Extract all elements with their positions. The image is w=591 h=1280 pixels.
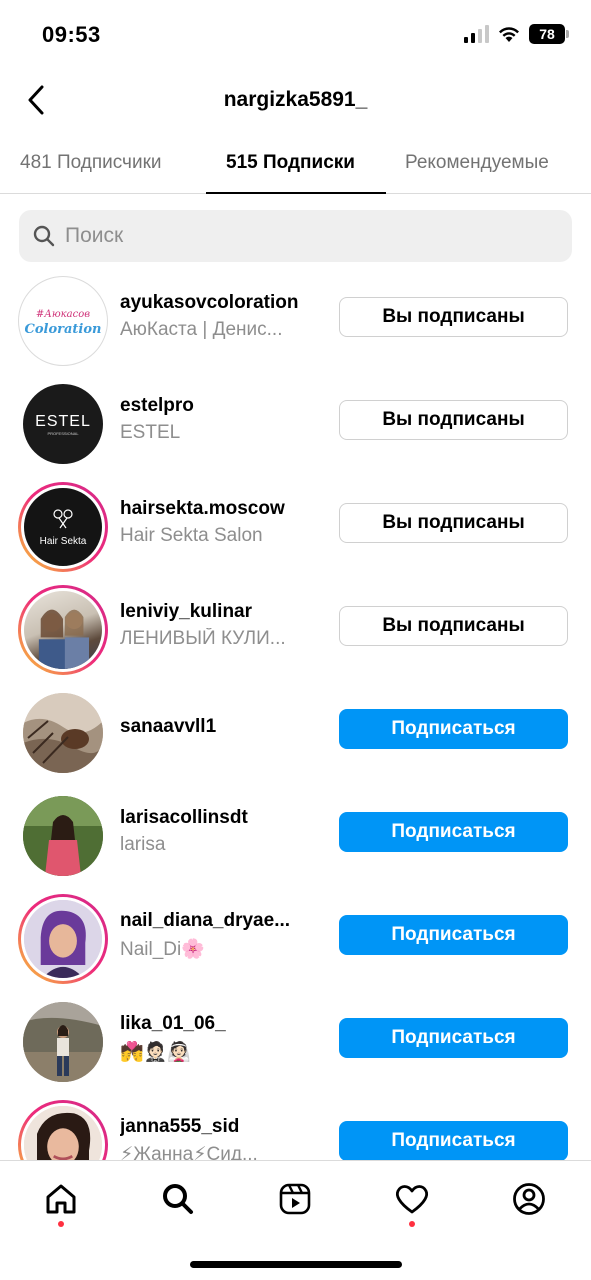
status-bar: 09:53 78 [0, 0, 591, 70]
profile-photo [38, 609, 89, 669]
reels-icon [279, 1183, 311, 1215]
avatar[interactable] [18, 997, 108, 1087]
page-title: nargizka5891_ [223, 88, 368, 111]
status-icons: 78 [464, 24, 569, 44]
avatar-with-story[interactable] [18, 1100, 108, 1160]
full-name: ⚡Жанна⚡Сид... [120, 1144, 258, 1160]
svg-text:ESTEL: ESTEL [35, 413, 91, 430]
username[interactable]: janna555_sid [120, 1116, 320, 1138]
hair-sekta-logo: Hair Sekta [40, 509, 87, 547]
following-button[interactable]: Вы подписаны [339, 606, 568, 646]
nav-home[interactable] [41, 1179, 81, 1219]
list-item[interactable]: sanaavvll1 Подписаться [0, 678, 591, 781]
avatar[interactable]: ESTEL PROFESSIONAL [18, 379, 108, 469]
following-button[interactable]: Вы подписаны [339, 503, 568, 543]
svg-text:Hair Sekta: Hair Sekta [40, 536, 87, 547]
full-name: Hair Sekta Salon [120, 525, 263, 546]
username[interactable]: larisacollinsdt [120, 807, 320, 829]
avatar[interactable] [18, 688, 108, 778]
username[interactable]: sanaavvll1 [120, 716, 320, 738]
svg-text:Coloration: Coloration [25, 322, 101, 337]
nav-reels[interactable] [275, 1179, 315, 1219]
list-item[interactable]: Hair Sekta hairsekta.moscow Hair Sekta S… [0, 472, 591, 575]
following-list: #Аюкасов Coloration ayukasovcoloration А… [0, 266, 591, 1160]
list-item[interactable]: larisacollinsdt larisa Подписаться [0, 781, 591, 884]
following-button[interactable]: Вы подписаны [339, 400, 568, 440]
activity-notification-dot [409, 1221, 415, 1227]
avatar-with-story[interactable] [18, 585, 108, 675]
header: nargizka5891_ [0, 70, 591, 130]
avatar-with-story[interactable]: Hair Sekta [18, 482, 108, 572]
profile-icon [513, 1183, 545, 1215]
bottom-nav [0, 1160, 591, 1280]
search-icon [163, 1184, 193, 1214]
home-icon [46, 1184, 76, 1214]
follow-button[interactable]: Подписаться [339, 812, 568, 852]
search-input[interactable] [65, 224, 545, 248]
battery-icon: 78 [529, 24, 569, 44]
tabs: 481 Подписчики 515 Подписки Рекомендуемы… [0, 138, 591, 194]
follow-button[interactable]: Подписаться [339, 1121, 568, 1160]
svg-text:#Аюкасов: #Аюкасов [36, 309, 90, 320]
tab-followers[interactable]: 481 Подписчики [20, 152, 162, 174]
list-item[interactable]: nail_diana_dryae... Nail_Di🌸 Подписаться [0, 884, 591, 987]
tab-following[interactable]: 515 Подписки [226, 152, 355, 174]
full-name: АюКаста | Денис... [120, 319, 283, 340]
list-item[interactable]: leniviy_kulinar ЛЕНИВЫЙ КУЛИ... Вы подпи… [0, 575, 591, 678]
full-name: larisa [120, 834, 166, 855]
username[interactable]: lika_01_06_ [120, 1013, 320, 1035]
search-bar[interactable] [19, 210, 572, 262]
wifi-icon [499, 27, 519, 42]
list-item[interactable]: janna555_sid ⚡Жанна⚡Сид... Подписаться [0, 1090, 591, 1160]
follow-button[interactable]: Подписаться [339, 1018, 568, 1058]
list-item[interactable]: #Аюкасов Coloration ayukasovcoloration А… [0, 266, 591, 369]
home-notification-dot [58, 1221, 64, 1227]
nav-activity[interactable] [392, 1179, 432, 1219]
username[interactable]: hairsekta.moscow [120, 498, 320, 520]
home-indicator [190, 1261, 402, 1268]
ayukasov-coloration-logo: #Аюкасов Coloration [25, 309, 101, 337]
follow-button[interactable]: Подписаться [339, 709, 568, 749]
list-item[interactable]: ESTEL PROFESSIONAL estelpro ESTEL Вы под… [0, 369, 591, 472]
avatar[interactable] [18, 791, 108, 881]
svg-text:PROFESSIONAL: PROFESSIONAL [47, 431, 79, 436]
search-icon [33, 225, 55, 247]
avatar-with-story[interactable] [18, 894, 108, 984]
full-name: ЛЕНИВЫЙ КУЛИ... [120, 628, 286, 649]
tab-suggested[interactable]: Рекомендуемые [405, 152, 549, 174]
list-item[interactable]: lika_01_06_ 💏🤵🏻👰🏻 Подписаться [0, 987, 591, 1090]
profile-photo [24, 1106, 102, 1160]
heart-icon [395, 1185, 429, 1214]
profile-photo [23, 796, 103, 876]
nav-search[interactable] [158, 1179, 198, 1219]
nav-profile[interactable] [509, 1179, 549, 1219]
cellular-signal-icon [464, 25, 489, 43]
estel-logo: ESTEL PROFESSIONAL [35, 413, 91, 436]
full-name: 💏🤵🏻👰🏻 [120, 1042, 191, 1063]
profile-photo [23, 1002, 103, 1082]
username[interactable]: leniviy_kulinar [120, 601, 320, 623]
username[interactable]: nail_diana_dryae... [120, 910, 320, 932]
status-time: 09:53 [42, 22, 101, 47]
username[interactable]: ayukasovcoloration [120, 292, 320, 314]
username[interactable]: estelpro [120, 395, 320, 417]
follow-button[interactable]: Подписаться [339, 915, 568, 955]
following-button[interactable]: Вы подписаны [339, 297, 568, 337]
profile-photo [23, 693, 103, 773]
avatar[interactable]: #Аюкасов Coloration [18, 276, 108, 366]
active-tab-indicator [206, 192, 386, 194]
full-name: ESTEL [120, 422, 181, 443]
profile-photo [24, 900, 102, 978]
full-name: Nail_Di🌸 [120, 939, 205, 960]
